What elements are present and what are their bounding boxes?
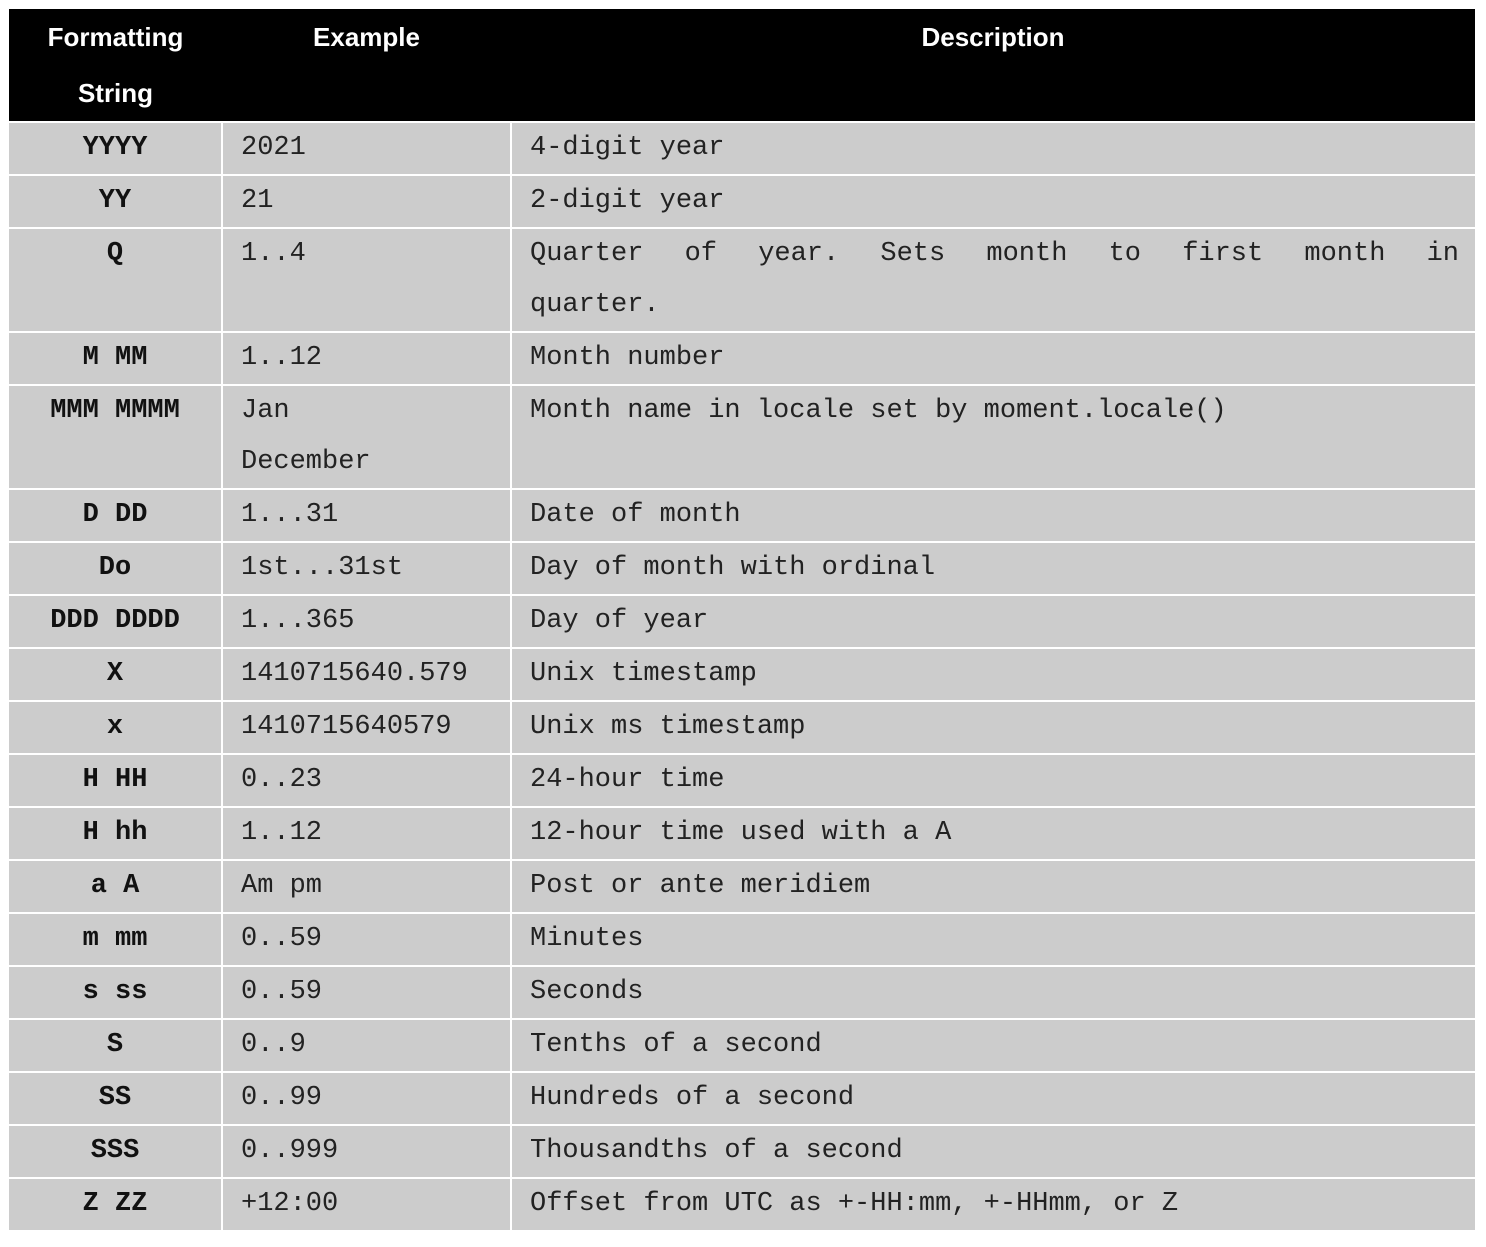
format-string-cell: Z ZZ bbox=[9, 1177, 222, 1230]
description-cell: Hundreds of a second bbox=[510, 1071, 1475, 1125]
description-cell: Thousandths of a second bbox=[510, 1124, 1475, 1178]
table-header: Formatting String Example Description bbox=[9, 9, 1475, 122]
table-row: SS 0..99 Hundreds of a second bbox=[9, 1071, 1475, 1125]
format-string-cell: x bbox=[9, 700, 222, 754]
description-cell: Minutes bbox=[510, 912, 1475, 966]
format-string-cell: H HH bbox=[9, 753, 222, 807]
example-line: Jan bbox=[241, 396, 290, 426]
example-cell: 0..9 bbox=[221, 1018, 511, 1072]
example-cell: 0..999 bbox=[221, 1124, 511, 1178]
example-cell: 0..59 bbox=[221, 912, 511, 966]
description-cell: Date of month bbox=[510, 488, 1475, 542]
example-cell: +12:00 bbox=[221, 1177, 511, 1230]
header-format-line2: String bbox=[77, 78, 154, 108]
description-cell: Unix ms timestamp bbox=[510, 700, 1475, 754]
table-row: Do 1st...31st Day of month with ordinal bbox=[9, 541, 1475, 595]
format-string-cell: Do bbox=[9, 541, 222, 595]
header-format-line1: Formatting bbox=[47, 22, 184, 52]
format-string-cell: s ss bbox=[9, 965, 222, 1019]
header-description: Description bbox=[511, 9, 1475, 122]
format-string-cell: a A bbox=[9, 859, 222, 913]
description-cell: 4-digit year bbox=[510, 121, 1475, 175]
example-cell: 1..12 bbox=[221, 806, 511, 860]
description-cell: Month name in locale set by moment.local… bbox=[510, 384, 1475, 489]
format-string-cell: X bbox=[9, 647, 222, 701]
table-row: Q 1..4 Quarter of year. Sets month to fi… bbox=[9, 227, 1475, 332]
description-cell: Month number bbox=[510, 331, 1475, 385]
format-string-cell: SS bbox=[9, 1071, 222, 1125]
description-cell: Quarter of year. Sets month to first mon… bbox=[510, 227, 1475, 332]
table-row: YY 21 2-digit year bbox=[9, 174, 1475, 228]
example-cell: 0..99 bbox=[221, 1071, 511, 1125]
example-cell: 21 bbox=[221, 174, 511, 228]
description-cell: Day of month with ordinal bbox=[510, 541, 1475, 595]
example-cell: 2021 bbox=[221, 121, 511, 175]
example-cell: 0..23 bbox=[221, 753, 511, 807]
table-row: s ss 0..59 Seconds bbox=[9, 965, 1475, 1019]
description-cell: 24-hour time bbox=[510, 753, 1475, 807]
format-string-cell: YYYY bbox=[9, 121, 222, 175]
example-cell: 1410715640.579 bbox=[221, 647, 511, 701]
description-cell: Unix timestamp bbox=[510, 647, 1475, 701]
description-cell: 12-hour time used with a A bbox=[510, 806, 1475, 860]
table-row: H hh 1..12 12-hour time used with a A bbox=[9, 806, 1475, 860]
header-row: Formatting String Example Description bbox=[9, 9, 1475, 122]
format-string-cell: H hh bbox=[9, 806, 222, 860]
format-table: Formatting String Example Description YY… bbox=[9, 9, 1475, 1230]
format-string-cell: MMM MMMM bbox=[9, 384, 222, 489]
table-row: D DD 1...31 Date of month bbox=[9, 488, 1475, 542]
format-string-cell: m mm bbox=[9, 912, 222, 966]
description-cell: Offset from UTC as +-HH:mm, +-HHmm, or Z bbox=[510, 1177, 1475, 1230]
format-string-cell: SSS bbox=[9, 1124, 222, 1178]
example-line: December bbox=[241, 447, 371, 477]
table-row: X 1410715640.579 Unix timestamp bbox=[9, 647, 1475, 701]
table-row: a A Am pm Post or ante meridiem bbox=[9, 859, 1475, 913]
example-cell: 1...365 bbox=[221, 594, 511, 648]
header-example: Example bbox=[222, 9, 511, 122]
table-row: SSS 0..999 Thousandths of a second bbox=[9, 1124, 1475, 1178]
example-cell: Am pm bbox=[221, 859, 511, 913]
format-string-cell: D DD bbox=[9, 488, 222, 542]
table-row: m mm 0..59 Minutes bbox=[9, 912, 1475, 966]
format-string-cell: YY bbox=[9, 174, 222, 228]
example-cell: Jan December bbox=[221, 384, 511, 489]
description-cell: 2-digit year bbox=[510, 174, 1475, 228]
example-cell: 1st...31st bbox=[221, 541, 511, 595]
table-body: YYYY 2021 4-digit year YY 21 2-digit yea… bbox=[9, 121, 1475, 1230]
table-row: Z ZZ +12:00 Offset from UTC as +-HH:mm, … bbox=[9, 1177, 1475, 1230]
description-cell: Day of year bbox=[510, 594, 1475, 648]
table-row: M MM 1..12 Month number bbox=[9, 331, 1475, 385]
example-cell: 0..59 bbox=[221, 965, 511, 1019]
description-cell: Tenths of a second bbox=[510, 1018, 1475, 1072]
table-row: DDD DDDD 1...365 Day of year bbox=[9, 594, 1475, 648]
table-row: x 1410715640579 Unix ms timestamp bbox=[9, 700, 1475, 754]
table-row: MMM MMMM Jan December Month name in loca… bbox=[9, 384, 1475, 489]
table-row: H HH 0..23 24-hour time bbox=[9, 753, 1475, 807]
format-string-cell: DDD DDDD bbox=[9, 594, 222, 648]
format-string-cell: S bbox=[9, 1018, 222, 1072]
example-cell: 1410715640579 bbox=[221, 700, 511, 754]
example-cell: 1..12 bbox=[221, 331, 511, 385]
example-cell: 1..4 bbox=[221, 227, 511, 332]
description-cell: Post or ante meridiem bbox=[510, 859, 1475, 913]
table-row: YYYY 2021 4-digit year bbox=[9, 121, 1475, 175]
table-row: S 0..9 Tenths of a second bbox=[9, 1018, 1475, 1072]
format-string-cell: M MM bbox=[9, 331, 222, 385]
format-string-cell: Q bbox=[9, 227, 222, 332]
description-cell: Seconds bbox=[510, 965, 1475, 1019]
example-cell: 1...31 bbox=[221, 488, 511, 542]
header-formatting-string: Formatting String bbox=[9, 9, 222, 122]
